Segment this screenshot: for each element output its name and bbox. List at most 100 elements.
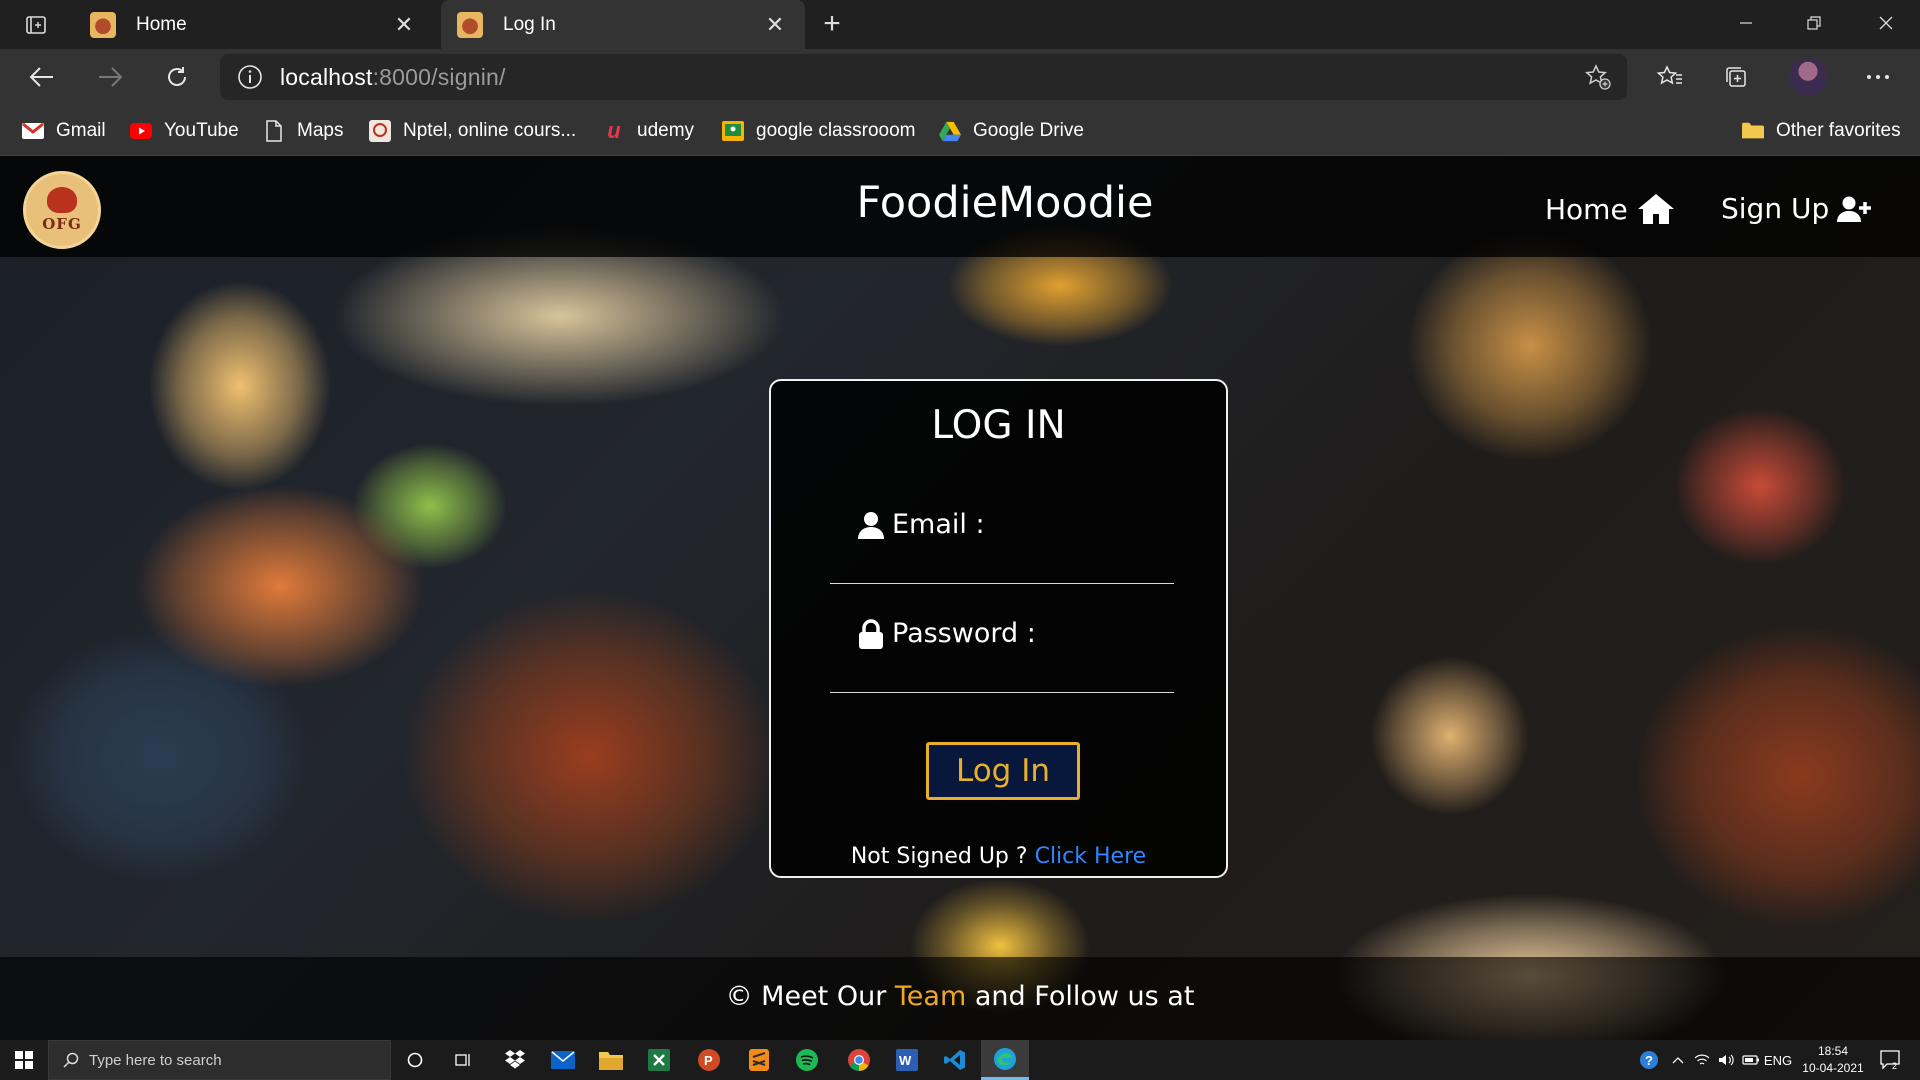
site-favicon-icon [90, 11, 116, 38]
password-label-text: Password : [892, 618, 1036, 649]
windows-taskbar: Type here to search P W ? ENG 18:54 10-0… [0, 1040, 1920, 1080]
battery-tray[interactable] [1738, 1040, 1764, 1080]
taskbar-excel[interactable] [635, 1040, 683, 1080]
excel-icon [648, 1049, 670, 1071]
notification-icon: 2 [1880, 1050, 1900, 1070]
restore-button[interactable] [1780, 0, 1848, 45]
nav-home-label: Home [1545, 192, 1628, 226]
favorites-button[interactable] [1648, 57, 1692, 97]
speaker-icon [1719, 1054, 1734, 1066]
tab-close-icon[interactable]: ✕ [761, 11, 789, 39]
tab-strip: Home ✕ Log In ✕ + [0, 0, 1920, 49]
bookmark-label: Gmail [56, 120, 106, 141]
taskbar-mail[interactable] [539, 1040, 587, 1080]
start-button[interactable] [0, 1040, 48, 1080]
close-window-button[interactable] [1852, 0, 1920, 45]
forward-button[interactable] [88, 57, 132, 97]
address-bar[interactable]: localhost:8000/signin/ [220, 54, 1627, 100]
new-tab-button[interactable]: + [814, 7, 850, 40]
taskbar-word[interactable]: W [883, 1040, 931, 1080]
nav-signup-link[interactable]: Sign Up [1721, 192, 1872, 225]
site-footer: © Meet Our Team and Follow us at [0, 957, 1920, 1040]
battery-icon [1742, 1055, 1759, 1065]
taskbar-powerpoint[interactable]: P [685, 1040, 733, 1080]
footer-text: © Meet Our Team and Follow us at [0, 981, 1920, 1012]
tab-actions-icon [26, 16, 46, 34]
vscode-icon [944, 1050, 965, 1070]
nav-signup-label: Sign Up [1721, 192, 1830, 225]
password-label: Password : [858, 618, 1036, 649]
back-arrow-icon [29, 67, 53, 87]
taskbar-search[interactable]: Type here to search [48, 1040, 391, 1080]
signup-link[interactable]: Click Here [1035, 844, 1147, 869]
tab-title: Log In [503, 13, 556, 35]
bookmarks-bar: Gmail YouTube Maps Nptel, online cours..… [0, 106, 1920, 156]
more-dots-icon [1867, 75, 1889, 79]
tab-login[interactable]: Log In ✕ [441, 0, 805, 49]
signup-prompt: Not Signed Up ? Click Here [771, 844, 1226, 869]
profile-button[interactable] [1786, 57, 1830, 97]
bookmark-label: Google Drive [973, 120, 1084, 141]
show-hidden-icons[interactable] [1666, 1040, 1690, 1080]
volume-tray[interactable] [1714, 1040, 1738, 1080]
page-icon [263, 120, 285, 142]
login-title: LOG IN [931, 403, 1066, 448]
email-label-text: Email : [892, 509, 985, 540]
avatar [1789, 58, 1827, 96]
email-label: Email : [858, 509, 985, 540]
taskbar-sublime[interactable] [735, 1040, 783, 1080]
bookmark-youtube[interactable]: YouTube [130, 116, 239, 146]
site-info-icon[interactable] [220, 64, 280, 90]
notification-center[interactable]: 2 [1872, 1040, 1910, 1080]
home-icon [1636, 192, 1676, 226]
restore-icon [1807, 15, 1821, 30]
tab-actions-button[interactable] [16, 10, 56, 40]
bookmark-label: udemy [637, 120, 695, 141]
nptel-icon [369, 120, 391, 142]
add-favorite-icon[interactable] [1583, 62, 1613, 92]
taskbar-spotify[interactable] [783, 1040, 831, 1080]
cortana-icon [407, 1052, 423, 1068]
settings-menu-button[interactable] [1856, 57, 1900, 97]
tab-close-icon[interactable]: ✕ [390, 11, 418, 39]
task-view-button[interactable] [439, 1040, 487, 1080]
minimize-button[interactable] [1712, 0, 1780, 45]
taskbar-file-explorer[interactable] [587, 1040, 635, 1080]
chrome-icon [848, 1049, 870, 1071]
taskbar-dropbox[interactable] [491, 1040, 539, 1080]
taskbar-chrome[interactable] [835, 1040, 883, 1080]
back-button[interactable] [20, 57, 64, 97]
tab-home[interactable]: Home ✕ [74, 0, 434, 49]
nav-home-link[interactable]: Home [1545, 192, 1676, 226]
taskbar-vscode[interactable] [931, 1040, 979, 1080]
notification-count: 2 [1892, 1061, 1897, 1070]
bookmark-google-drive[interactable]: Google Drive [939, 116, 1084, 146]
login-button[interactable]: Log In [926, 742, 1080, 800]
network-tray[interactable] [1690, 1040, 1714, 1080]
bookmark-gmail[interactable]: Gmail [22, 116, 106, 146]
dropbox-icon [505, 1050, 525, 1069]
login-card: LOG IN Email : Password : Log In Not Sig… [769, 379, 1228, 878]
help-tray[interactable]: ? [1632, 1040, 1666, 1080]
collections-button[interactable] [1714, 57, 1758, 97]
bookmark-nptel[interactable]: Nptel, online cours... [369, 116, 576, 146]
password-field[interactable] [830, 659, 1174, 693]
email-field[interactable] [830, 550, 1174, 584]
taskbar-edge[interactable] [981, 1040, 1029, 1080]
bookmark-other-favorites[interactable]: Other favorites [1742, 116, 1901, 146]
spotify-icon [796, 1049, 818, 1071]
powerpoint-icon: P [698, 1049, 720, 1071]
favorites-icon [1656, 65, 1682, 85]
udemy-icon: u [607, 118, 621, 143]
browser-toolbar: localhost:8000/signin/ [0, 49, 1920, 106]
taskbar-clock[interactable]: 18:54 10-04-2021 [1788, 1043, 1878, 1077]
cortana-button[interactable] [391, 1040, 439, 1080]
bookmark-google-classroom[interactable]: google classrooom [722, 116, 915, 146]
bookmark-maps[interactable]: Maps [263, 116, 343, 146]
bookmark-udemy[interactable]: u udemy [603, 116, 694, 146]
refresh-button[interactable] [155, 57, 199, 97]
chevron-up-icon [1672, 1057, 1684, 1064]
url-text[interactable]: localhost:8000/signin/ [280, 64, 506, 91]
team-link[interactable]: Team [895, 981, 966, 1012]
mail-icon [551, 1051, 575, 1069]
